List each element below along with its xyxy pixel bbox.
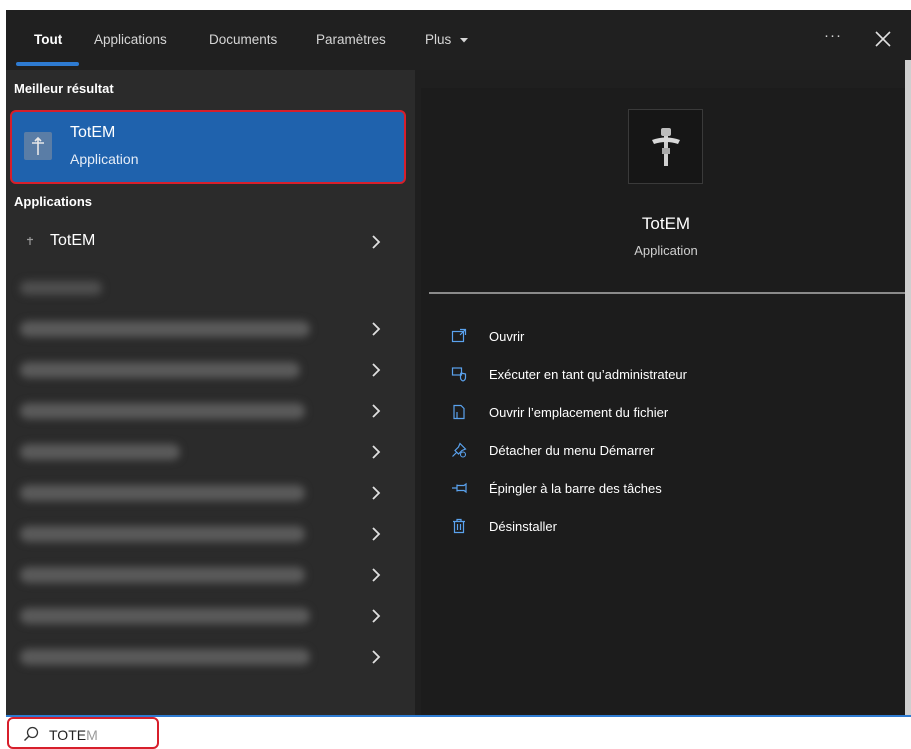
search-window: Tout Applications Documents Paramètres P… [6,10,911,716]
blurred-result-text [20,444,180,460]
search-icon [24,726,39,741]
chevron-right-icon [372,445,381,459]
shield-icon [451,367,467,382]
action-open-file-location-label: Ouvrir l’emplacement du fichier [489,405,669,420]
best-match-title: TotEM [70,124,116,141]
chevron-right-icon [372,609,381,623]
chevron-right-icon [372,404,381,418]
action-run-as-admin-label: Exécuter en tant qu’administrateur [489,367,687,382]
blurred-result-text [20,649,310,665]
totem-large-icon [628,109,703,184]
tab-tout[interactable]: Tout [34,32,62,47]
blurred-section-heading [20,281,102,295]
chevron-right-icon [372,568,381,582]
pin-taskbar-icon [452,482,467,494]
blurred-result-row[interactable] [6,391,415,431]
tab-applications[interactable]: Applications [94,32,167,47]
blurred-result-row[interactable] [6,637,415,677]
applications-heading: Applications [14,194,93,209]
blurred-result-text [20,485,305,501]
blurred-result-row[interactable] [6,309,415,349]
chevron-right-icon [372,235,381,249]
chevron-right-icon [372,322,381,336]
tab-plus-label: Plus [425,32,452,47]
tab-bar: Tout Applications Documents Paramètres P… [6,10,911,70]
totem-app-icon [24,132,52,160]
action-pin-taskbar-label: Épingler à la barre des tâches [489,481,662,496]
trash-icon [453,518,465,534]
search-input[interactable]: TOTEM [7,717,159,749]
tab-parametres[interactable]: Paramètres [316,32,386,47]
tab-documents[interactable]: Documents [209,32,277,47]
detail-subtitle: Application [634,243,698,258]
app-list-item-name: TotEM [50,232,96,249]
results-panel: Meilleur résultat TotEM Application Appl… [6,70,415,716]
search-typed-text: TOTE [49,727,87,743]
blurred-result-row[interactable] [6,432,415,472]
best-match-heading: Meilleur résultat [14,81,114,96]
totem-small-icon [27,237,33,245]
detail-panel: TotEM Application Ouvrir Exécuter en tan… [421,88,911,716]
best-match-subtitle: Application [70,151,139,167]
unpin-icon [452,442,467,458]
blurred-result-text [20,526,305,542]
blurred-result-text [20,403,305,419]
best-match-item[interactable]: TotEM Application [10,110,406,184]
action-uninstall-label: Désinstaller [489,519,557,534]
more-options-button[interactable]: ··· [818,27,848,51]
blurred-result-row[interactable] [6,514,415,554]
detail-title: TotEM [641,214,691,233]
chevron-right-icon [372,486,381,500]
chevron-right-icon [372,527,381,541]
window-edge [905,60,911,716]
blurred-result-text [20,567,305,583]
search-query: TOTEM [49,727,98,743]
blurred-result-row[interactable] [6,350,415,390]
blurred-result-text [20,608,310,624]
active-tab-indicator [16,62,79,66]
chevron-right-icon [372,650,381,664]
blurred-result-row[interactable] [6,596,415,636]
open-window-icon [451,328,467,343]
blurred-result-text [20,362,300,378]
close-icon [875,31,891,47]
search-autocomplete-text: M [86,727,98,743]
chevron-right-icon [372,363,381,377]
app-list-item-totem[interactable]: TotEM [6,224,415,260]
action-open-label: Ouvrir [489,329,525,344]
blurred-result-row[interactable] [6,473,415,513]
close-button[interactable] [868,24,898,54]
tab-plus[interactable]: Plus [425,32,469,47]
action-unpin-start-label: Détacher du menu Démarrer [489,443,655,458]
blurred-result-row[interactable] [6,555,415,595]
blurred-result-text [20,321,310,337]
caret-down-icon [460,38,469,43]
detail-divider [429,292,905,294]
file-location-icon [453,404,465,420]
